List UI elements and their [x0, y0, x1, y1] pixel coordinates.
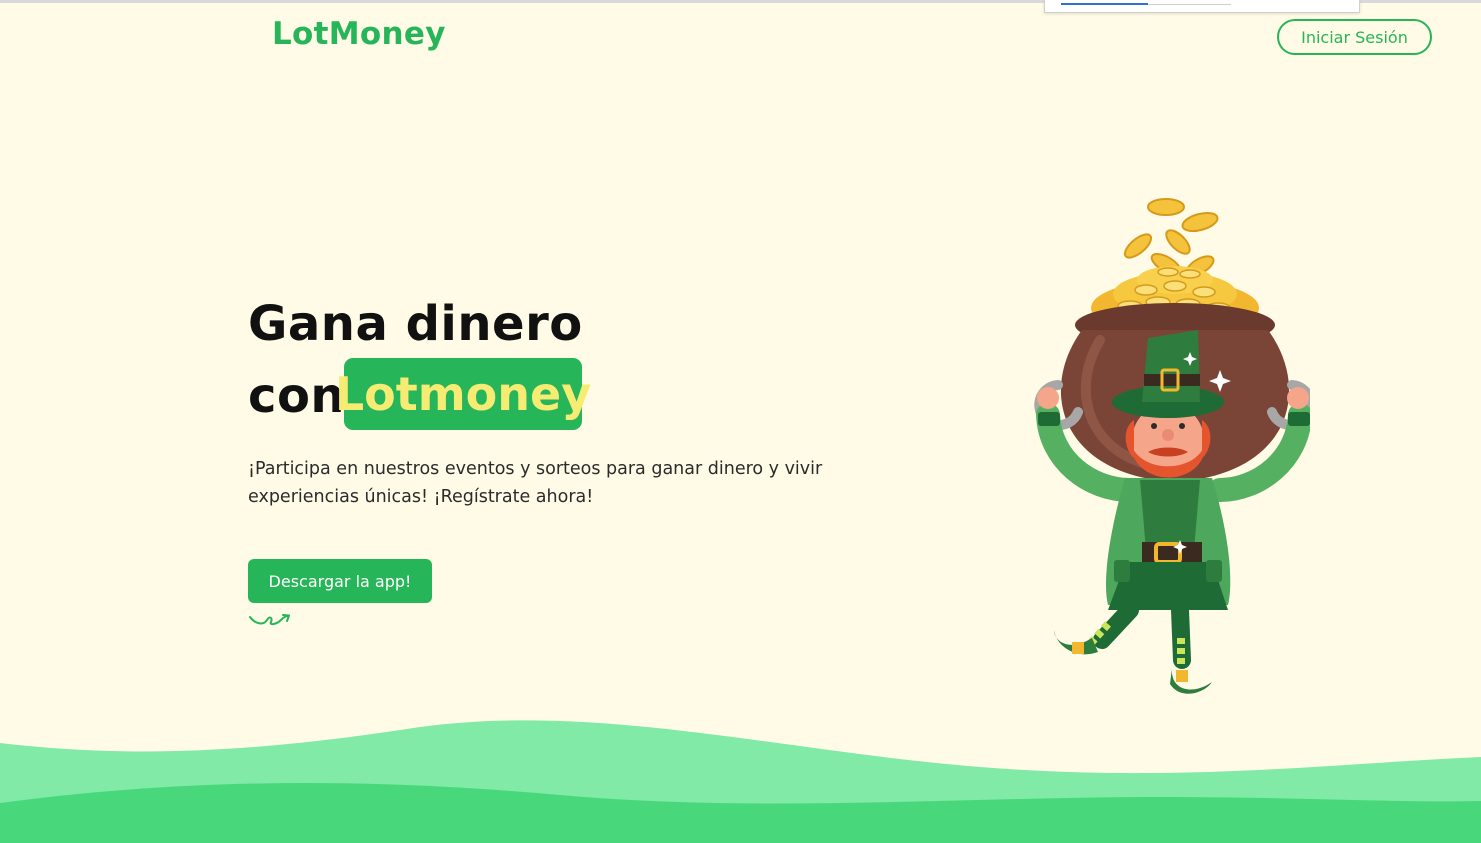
leprechaun-pot-of-gold-illustration	[1034, 198, 1310, 694]
hero-brand-highlight: Lotmoney	[335, 358, 591, 430]
hero-title-line1: Gana dinero	[248, 296, 583, 352]
squiggle-arrow-icon	[249, 614, 290, 626]
login-button[interactable]: Iniciar Sesión	[1277, 19, 1432, 55]
hero-title-prefix: con	[248, 368, 346, 424]
hero-description: ¡Participa en nuestros eventos y sorteos…	[248, 459, 823, 507]
overlay-popup-edge	[1044, 0, 1360, 13]
decorative-waves	[0, 720, 1481, 843]
popup-progress-fill	[1061, 3, 1148, 5]
download-app-button[interactable]: Descargar la app!	[248, 559, 432, 603]
hero-brand-text: Lotmoney	[334, 367, 592, 421]
site-logo[interactable]: LotMoney	[272, 16, 446, 52]
